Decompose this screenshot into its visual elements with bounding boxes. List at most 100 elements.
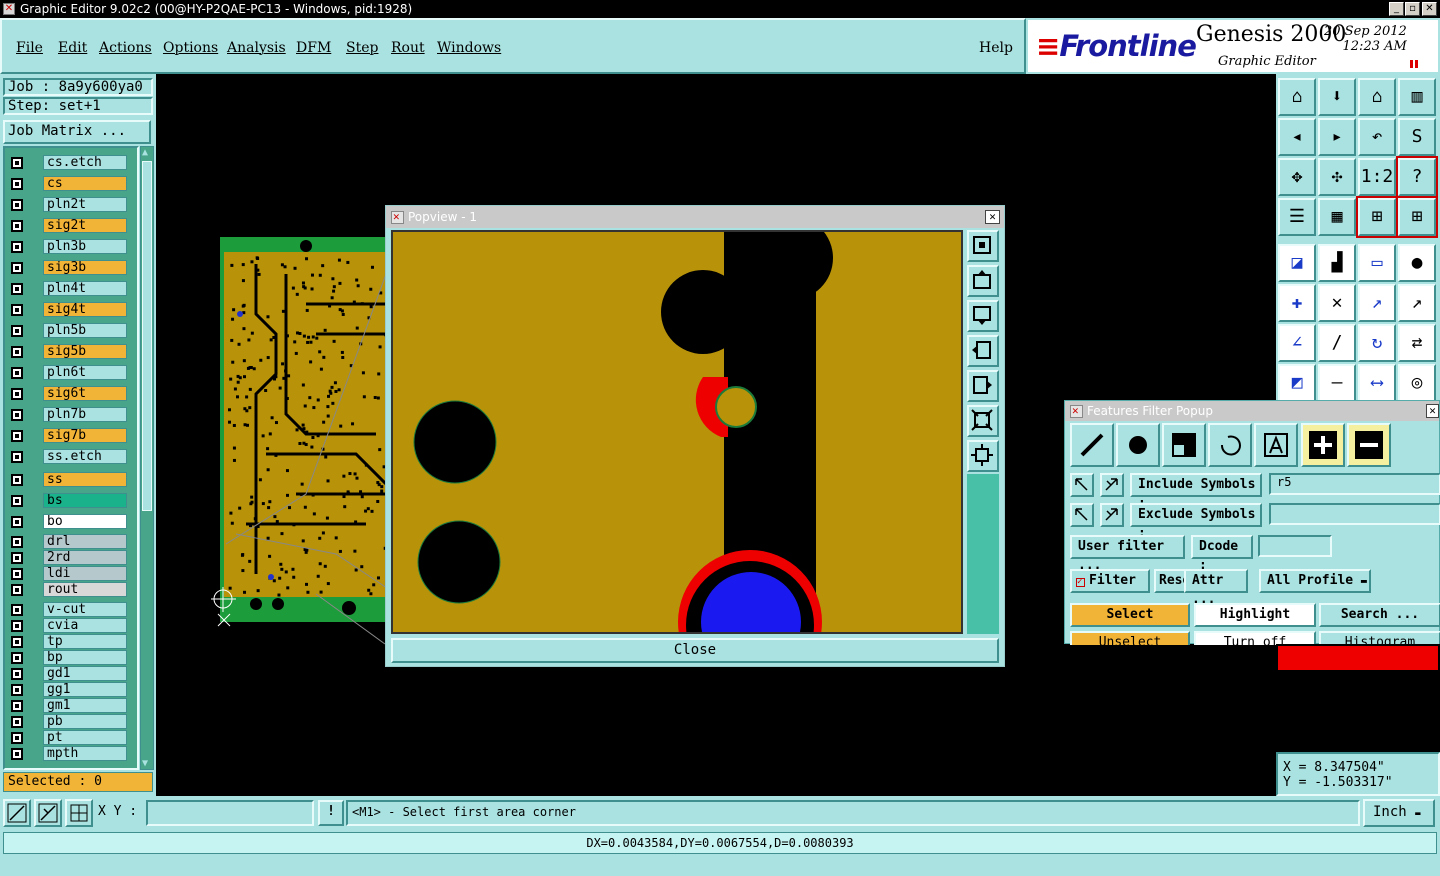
scale-1-2-icon[interactable]: 1:2 xyxy=(1358,158,1396,196)
popview-zoom-image[interactable] xyxy=(391,230,963,634)
layer-checkbox[interactable] xyxy=(11,304,23,316)
include-reset-icon[interactable] xyxy=(1070,473,1094,497)
layer-checkbox[interactable] xyxy=(11,409,23,421)
filter-line-type-button[interactable] xyxy=(1070,423,1114,467)
menu-help[interactable]: Help xyxy=(979,40,1013,56)
exclude-pick-icon[interactable] xyxy=(1100,503,1124,527)
layer-row[interactable]: pln3b xyxy=(5,238,137,255)
menu-dfm[interactable]: DFM xyxy=(296,40,331,56)
layer-checkbox[interactable] xyxy=(11,157,23,169)
popview-pan-up-button[interactable] xyxy=(967,265,999,297)
layer-name[interactable]: gm1 xyxy=(43,698,127,713)
close-window-button[interactable]: ✕ xyxy=(1422,2,1437,16)
flip-icon[interactable]: ⇄ xyxy=(1398,324,1436,362)
filter-positive-polarity-button[interactable] xyxy=(1301,423,1345,467)
snap-icon[interactable]: ◪ xyxy=(1278,244,1316,282)
undo-zoom-icon[interactable]: ↶ xyxy=(1358,118,1396,156)
popview-pan-right-button[interactable] xyxy=(967,370,999,402)
layer-checkbox[interactable] xyxy=(11,684,23,696)
layer-name[interactable]: sig7b xyxy=(43,428,127,443)
layer-name[interactable]: sig3b xyxy=(43,260,127,275)
layer-name[interactable]: pt xyxy=(43,730,127,745)
grid-mode-icon[interactable] xyxy=(65,799,93,827)
settings-icon[interactable]: ☰ xyxy=(1278,198,1316,236)
layer-name[interactable]: pln7b xyxy=(43,407,127,422)
dcode-input[interactable] xyxy=(1258,535,1332,557)
layer-checkbox[interactable] xyxy=(11,716,23,728)
layer-row[interactable]: sig4t xyxy=(5,301,137,318)
menu-actions[interactable]: Actions xyxy=(99,40,152,56)
shape-icon[interactable]: ◩ xyxy=(1278,364,1316,402)
layer-checkbox[interactable] xyxy=(11,620,23,632)
highlight-button[interactable]: Highlight xyxy=(1194,603,1316,627)
layer-row[interactable]: pln2t xyxy=(5,196,137,213)
select-button[interactable]: Select xyxy=(1070,603,1190,627)
measure-mode-icon[interactable] xyxy=(34,799,62,827)
layer-name[interactable]: cvia xyxy=(43,618,127,633)
layer-checkbox[interactable] xyxy=(11,700,23,712)
popview-pan-left-button[interactable] xyxy=(967,335,999,367)
zoom-home-icon[interactable]: ⌂ xyxy=(1278,78,1316,116)
filter-pad-type-button[interactable] xyxy=(1116,423,1160,467)
pause-icon[interactable] xyxy=(1410,60,1418,68)
histogram-button[interactable]: Histogram xyxy=(1319,631,1440,645)
menu-windows[interactable]: Windows xyxy=(437,40,501,56)
delete-icon[interactable]: ▟ xyxy=(1318,244,1356,282)
popview-pan-down-button[interactable] xyxy=(967,300,999,332)
layer-checkbox[interactable] xyxy=(11,652,23,664)
layer-row[interactable]: pln7b xyxy=(5,406,137,423)
layer-name[interactable]: pln5b xyxy=(43,323,127,338)
maximize-button[interactable]: ▫ xyxy=(1405,2,1420,16)
include-symbols-button[interactable]: Include Symbols : xyxy=(1130,473,1262,511)
fit-screen-icon[interactable]: ✥ xyxy=(1278,158,1316,196)
alert-icon[interactable]: ! xyxy=(318,800,344,826)
layer-name[interactable]: pln6t xyxy=(43,365,127,380)
turn-off-button[interactable]: Turn off xyxy=(1194,631,1316,645)
layer-scrollbar[interactable]: ▲ ▼ xyxy=(140,146,154,770)
layer-checkbox[interactable] xyxy=(11,241,23,253)
layer-name[interactable]: pln3b xyxy=(43,239,127,254)
layer-row[interactable]: ss.etch xyxy=(5,448,137,465)
layer-row[interactable]: cvia xyxy=(5,617,137,634)
layer-name[interactable]: bs xyxy=(43,493,127,508)
layer-row[interactable]: pln6t xyxy=(5,364,137,381)
layer-row[interactable]: 2rd xyxy=(5,549,137,566)
layer-checkbox[interactable] xyxy=(11,604,23,616)
layer-name[interactable]: cs xyxy=(43,176,127,191)
layer-name[interactable]: ldi xyxy=(43,566,127,581)
home-icon[interactable]: ⌂ xyxy=(1358,78,1396,116)
popview-zoom-fit-button[interactable] xyxy=(967,230,999,262)
layer-row[interactable]: ss xyxy=(5,471,137,488)
rotate-icon[interactable]: ↻ xyxy=(1358,324,1396,362)
job-matrix-button[interactable]: Job Matrix ... xyxy=(3,120,151,144)
layer-row[interactable]: cs xyxy=(5,175,137,192)
layer-row[interactable]: bo xyxy=(5,513,137,530)
layer-row[interactable]: pln5b xyxy=(5,322,137,339)
layer-row[interactable]: sig7b xyxy=(5,427,137,444)
include-symbols-input[interactable]: r5 xyxy=(1269,473,1440,495)
search-button[interactable]: Search ... xyxy=(1319,603,1440,627)
layer-row[interactable]: bp xyxy=(5,649,137,666)
layer-checkbox[interactable] xyxy=(11,346,23,358)
popview-close-icon[interactable]: ✕ xyxy=(985,210,1000,224)
features-filter-close-icon[interactable]: ✕ xyxy=(1426,404,1439,418)
menu-step[interactable]: Step xyxy=(346,40,378,56)
pan-left-icon[interactable]: ◂ xyxy=(1278,118,1316,156)
layer-checkbox[interactable] xyxy=(11,451,23,463)
layer-name[interactable]: sig6t xyxy=(43,386,127,401)
zoom-down-icon[interactable]: ⬇ xyxy=(1318,78,1356,116)
popview-close-button[interactable]: Close xyxy=(391,638,999,663)
layer-checkbox[interactable] xyxy=(11,748,23,760)
profile-dropdown[interactable]: All Profile ▬ xyxy=(1259,569,1371,593)
layer-checkbox[interactable] xyxy=(11,732,23,744)
layer-name[interactable]: pln2t xyxy=(43,197,127,212)
ruler-icon[interactable]: ▭ xyxy=(1358,244,1396,282)
center-view-icon[interactable]: ✣ xyxy=(1318,158,1356,196)
menu-edit[interactable]: Edit xyxy=(58,40,87,56)
layer-checkbox[interactable] xyxy=(11,430,23,442)
add-arc-icon[interactable]: ↗ xyxy=(1398,284,1436,322)
snap-mode-icon[interactable] xyxy=(3,799,31,827)
connect-icon[interactable]: ✚ xyxy=(1278,284,1316,322)
layer-checkbox[interactable] xyxy=(11,283,23,295)
add-line-icon[interactable]: ↗ xyxy=(1358,284,1396,322)
